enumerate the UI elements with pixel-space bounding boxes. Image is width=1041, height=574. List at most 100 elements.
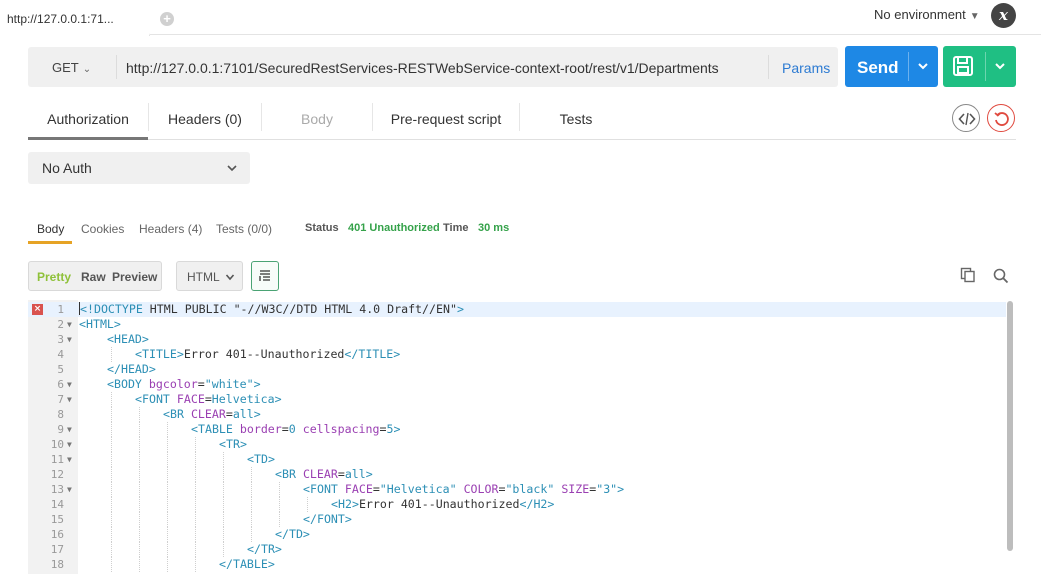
send-button[interactable]: Send — [845, 46, 938, 87]
status-value: 401 Unauthorized — [348, 222, 440, 234]
code-line: × 1 <!DOCTYPE HTML PUBLIC "-//W3C//DTD HTM… — [28, 302, 1006, 317]
code-text: <BR CLEAR=all> — [275, 467, 373, 481]
line-number: 5 — [57, 363, 64, 376]
indent-guide — [111, 392, 112, 407]
request-tabs: Authorization Headers (0) Body Pre-reque… — [28, 97, 1016, 140]
response-tab-body[interactable]: Body — [37, 222, 64, 236]
chevron-down-icon[interactable] — [992, 58, 1008, 74]
fold-toggle-icon[interactable]: ▼ — [67, 317, 72, 332]
response-tab-headers[interactable]: Headers (4) — [139, 222, 202, 236]
active-tab-indicator — [28, 241, 72, 244]
fold-toggle-icon[interactable]: ▼ — [67, 437, 72, 452]
send-label: Send — [857, 58, 899, 77]
view-preview-button[interactable]: Preview — [112, 270, 157, 284]
code-text: </TD> — [275, 527, 310, 541]
code-text: <FONT FACE=Helvetica> — [135, 392, 282, 406]
save-icon[interactable] — [951, 54, 975, 78]
response-body-editor[interactable]: × 1 <!DOCTYPE HTML PUBLIC "-//W3C//DTD HTM… — [28, 300, 1016, 574]
code-line: 11 ▼ <TD> — [28, 452, 1006, 467]
view-pretty-button[interactable]: Pretty — [37, 270, 71, 284]
indent-guide — [167, 497, 168, 512]
indent-guide — [139, 512, 140, 527]
wrap-lines-button[interactable] — [251, 261, 279, 291]
code-line: 15 </FONT> — [28, 512, 1006, 527]
indent-guide — [167, 557, 168, 572]
add-tab-icon[interactable]: + — [160, 12, 174, 26]
fold-toggle-icon[interactable]: ▼ — [67, 482, 72, 497]
tab-body[interactable]: Body — [262, 97, 372, 140]
line-number: 18 — [50, 558, 64, 571]
code-line: 13 ▼ <FONT FACE="Helvetica" COLOR="black" … — [28, 482, 1006, 497]
indent-guide — [139, 527, 140, 542]
line-number: 1 — [57, 303, 64, 316]
line-number: 8 — [57, 408, 64, 421]
line-number: 2 — [57, 318, 64, 331]
status-label: Status — [305, 222, 339, 234]
auth-type-select[interactable]: No Auth — [28, 152, 250, 184]
indent-guide — [195, 512, 196, 527]
line-number: 10 — [50, 438, 64, 451]
chevron-down-icon — [225, 274, 235, 281]
indent-guide — [195, 437, 196, 452]
view-raw-button[interactable]: Raw — [81, 270, 106, 284]
code-line: 4 <TITLE>Error 401--Unauthorized</TITLE> — [28, 347, 1006, 362]
fold-toggle-icon[interactable]: ▼ — [67, 452, 72, 467]
fold-toggle-icon[interactable]: ▼ — [67, 422, 72, 437]
response-tab-cookies[interactable]: Cookies — [81, 222, 124, 236]
clear-environment-icon[interactable]: x — [991, 3, 1016, 28]
indent-guide — [279, 512, 280, 527]
copy-icon[interactable] — [960, 267, 976, 283]
environment-select[interactable]: No environment ▼ — [874, 7, 980, 22]
chevron-down-icon[interactable] — [915, 58, 931, 74]
fold-toggle-icon[interactable]: ▼ — [67, 377, 72, 392]
code-line: 8 <BR CLEAR=all> — [28, 407, 1006, 422]
divider — [116, 55, 117, 79]
code-text: <HEAD> — [107, 332, 149, 346]
time-label: Time — [443, 222, 469, 234]
line-number: 9 — [57, 423, 64, 436]
indent-guide — [223, 452, 224, 467]
indent-guide — [139, 557, 140, 572]
indent-guide — [195, 497, 196, 512]
fold-toggle-icon[interactable]: ▼ — [67, 332, 72, 347]
code-text: </HEAD> — [107, 362, 156, 376]
code-line: 9 ▼ <TABLE border=0 cellspacing=5> — [28, 422, 1006, 437]
indent-guide — [167, 467, 168, 482]
reset-icon — [994, 112, 1009, 126]
indent-guide — [223, 482, 224, 497]
tab-headers[interactable]: Headers (0) — [149, 97, 261, 140]
code-line: 16 </TD> — [28, 527, 1006, 542]
tab-tests[interactable]: Tests — [520, 97, 632, 140]
code-line: 2 ▼ <HTML> — [28, 317, 1006, 332]
search-icon[interactable] — [993, 268, 1009, 284]
request-tab[interactable]: http://127.0.0.1:71... — [0, 0, 162, 36]
tab-pre-request-script[interactable]: Pre-request script — [373, 97, 519, 140]
indent-guide — [111, 512, 112, 527]
language-select[interactable]: HTML — [176, 261, 243, 291]
indent-guide — [111, 437, 112, 452]
line-number: 3 — [57, 333, 64, 346]
params-button[interactable]: Params — [782, 60, 830, 76]
code-text: </FONT> — [303, 512, 352, 526]
generate-code-button[interactable] — [952, 104, 980, 132]
code-text: <H2>Error 401--Unauthorized</H2> — [331, 497, 555, 511]
indent-guide — [139, 482, 140, 497]
indent-guide — [167, 422, 168, 437]
tab-authorization[interactable]: Authorization — [28, 97, 148, 140]
fold-toggle-icon[interactable]: ▼ — [67, 392, 72, 407]
code-text: <TABLE border=0 cellspacing=5> — [191, 422, 401, 436]
url-input[interactable] — [126, 47, 766, 87]
scrollbar[interactable] — [1007, 301, 1013, 551]
line-number: 14 — [50, 498, 64, 511]
code-text: <BR CLEAR=all> — [163, 407, 261, 421]
indent-guide — [223, 497, 224, 512]
indent-guide — [195, 527, 196, 542]
line-number: 17 — [50, 543, 64, 556]
response-tab-tests[interactable]: Tests (0/0) — [216, 222, 272, 236]
code-icon — [958, 112, 976, 126]
code-text: <HTML> — [79, 317, 121, 331]
indent-guide — [111, 557, 112, 572]
method-select[interactable]: GET ⌄ — [28, 47, 116, 87]
save-button[interactable] — [943, 46, 1016, 87]
reset-button[interactable] — [987, 104, 1015, 132]
